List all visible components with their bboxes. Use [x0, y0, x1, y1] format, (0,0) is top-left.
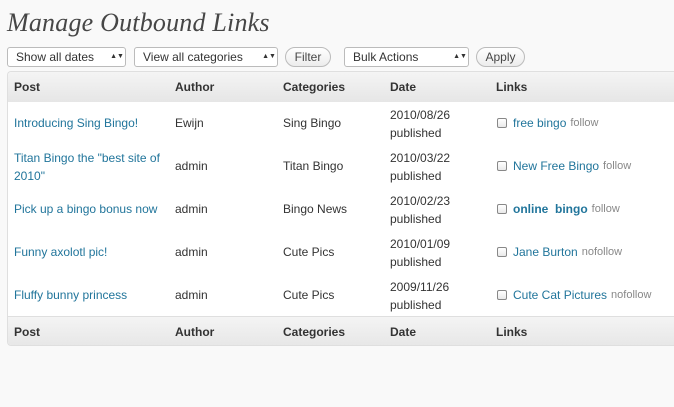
category-filter-select[interactable]: View all categories ▲▼	[134, 47, 278, 67]
table-row: Funny axolotl pic! admin Cute Pics 2010/…	[8, 231, 674, 275]
column-header-date[interactable]: Date	[390, 80, 416, 94]
links-cell: online bingo follow	[497, 202, 620, 216]
link-checkbox[interactable]	[497, 247, 507, 257]
author-cell: admin	[175, 202, 208, 216]
author-cell: admin	[175, 245, 208, 259]
column-footer-categories[interactable]: Categories	[283, 325, 345, 339]
author-cell: admin	[175, 288, 208, 302]
category-cell: Cute Pics	[283, 288, 335, 302]
post-title-link[interactable]: Funny axolotl pic!	[14, 243, 169, 261]
date-cell: 2010/01/09 published	[390, 235, 450, 271]
apply-button[interactable]: Apply	[476, 47, 525, 67]
page-title: Manage Outbound Links	[7, 8, 270, 37]
link-checkbox[interactable]	[497, 161, 507, 171]
author-cell: admin	[175, 159, 208, 173]
post-title-link[interactable]: Titan Bingo the "best site of 2010"	[14, 149, 164, 185]
bulk-actions-select[interactable]: Bulk Actions ▲▼	[344, 47, 469, 67]
column-footer-date[interactable]: Date	[390, 325, 416, 339]
date-cell: 2010/03/22 published	[390, 149, 450, 185]
category-filter-value: View all categories	[143, 50, 243, 64]
table-row: Introducing Sing Bingo! Ewijn Sing Bingo…	[8, 102, 674, 146]
date-value: 2010/08/26	[390, 108, 451, 122]
date-value: 2010/02/23	[390, 194, 451, 208]
link-rel-label: nofollow	[611, 289, 652, 301]
post-title-link[interactable]: Introducing Sing Bingo!	[14, 114, 169, 132]
links-cell: free bingo follow	[497, 116, 599, 130]
post-status: published	[390, 126, 442, 140]
table-row: Titan Bingo the "best site of 2010" admi…	[8, 145, 674, 189]
date-value: 2010/03/22	[390, 151, 451, 165]
select-arrows-icon: ▲▼	[110, 53, 124, 60]
column-footer-post[interactable]: Post	[14, 325, 40, 339]
link-checkbox[interactable]	[497, 204, 507, 214]
date-filter-select[interactable]: Show all dates ▲▼	[7, 47, 126, 67]
date-cell: 2010/08/26 published	[390, 106, 450, 142]
outbound-link[interactable]: free bingo	[513, 116, 566, 130]
post-status: published	[390, 298, 442, 312]
links-cell: Cute Cat Pictures nofollow	[497, 288, 651, 302]
column-footer-author[interactable]: Author	[175, 325, 214, 339]
table-row: Pick up a bingo bonus now admin Bingo Ne…	[8, 188, 674, 232]
outbound-link[interactable]: New Free Bingo	[513, 159, 599, 173]
post-title-link[interactable]: Pick up a bingo bonus now	[14, 200, 174, 218]
link-checkbox[interactable]	[497, 290, 507, 300]
post-status: published	[390, 169, 442, 183]
category-cell: Cute Pics	[283, 245, 335, 259]
outbound-link[interactable]: Jane Burton	[513, 245, 578, 259]
post-status: published	[390, 212, 442, 226]
column-footer-links[interactable]: Links	[496, 325, 527, 339]
post-title-link[interactable]: Fluffy bunny princess	[14, 286, 169, 304]
links-cell: New Free Bingo follow	[497, 159, 631, 173]
date-cell: 2009/11/26 published	[390, 278, 449, 314]
column-header-links[interactable]: Links	[496, 80, 527, 94]
date-cell: 2010/02/23 published	[390, 192, 450, 228]
column-header-post[interactable]: Post	[14, 80, 40, 94]
category-cell: Titan Bingo	[283, 159, 344, 173]
post-status: published	[390, 255, 442, 269]
select-arrows-icon: ▲▼	[453, 53, 467, 60]
link-rel-label: nofollow	[581, 246, 623, 258]
column-header-categories[interactable]: Categories	[283, 80, 345, 94]
date-value: 2009/11/26	[390, 280, 450, 294]
outbound-link[interactable]: Cute Cat Pictures	[513, 288, 607, 302]
link-checkbox[interactable]	[497, 118, 507, 128]
outbound-link[interactable]: online bingo	[513, 202, 588, 216]
date-value: 2010/01/09	[390, 237, 451, 251]
table-row: Fluffy bunny princess admin Cute Pics 20…	[8, 274, 674, 317]
links-cell: Jane Burton nofollow	[497, 245, 622, 259]
filter-button[interactable]: Filter	[285, 47, 331, 67]
column-header-author[interactable]: Author	[175, 80, 214, 94]
link-rel-label: follow	[570, 117, 599, 129]
author-cell: Ewijn	[175, 116, 204, 130]
select-arrows-icon: ▲▼	[262, 53, 276, 60]
table-footer: Post Author Categories Date Links	[8, 316, 674, 345]
link-rel-label: follow	[591, 203, 620, 215]
link-rel-label: follow	[603, 160, 632, 172]
category-cell: Sing Bingo	[283, 116, 342, 130]
filter-toolbar: Show all dates ▲▼ View all categories ▲▼…	[7, 47, 674, 69]
category-cell: Bingo News	[283, 202, 348, 216]
date-filter-value: Show all dates	[16, 50, 95, 64]
links-table: Post Author Categories Date Links Introd…	[7, 71, 674, 346]
table-header: Post Author Categories Date Links	[8, 72, 674, 103]
bulk-actions-value: Bulk Actions	[353, 50, 419, 64]
